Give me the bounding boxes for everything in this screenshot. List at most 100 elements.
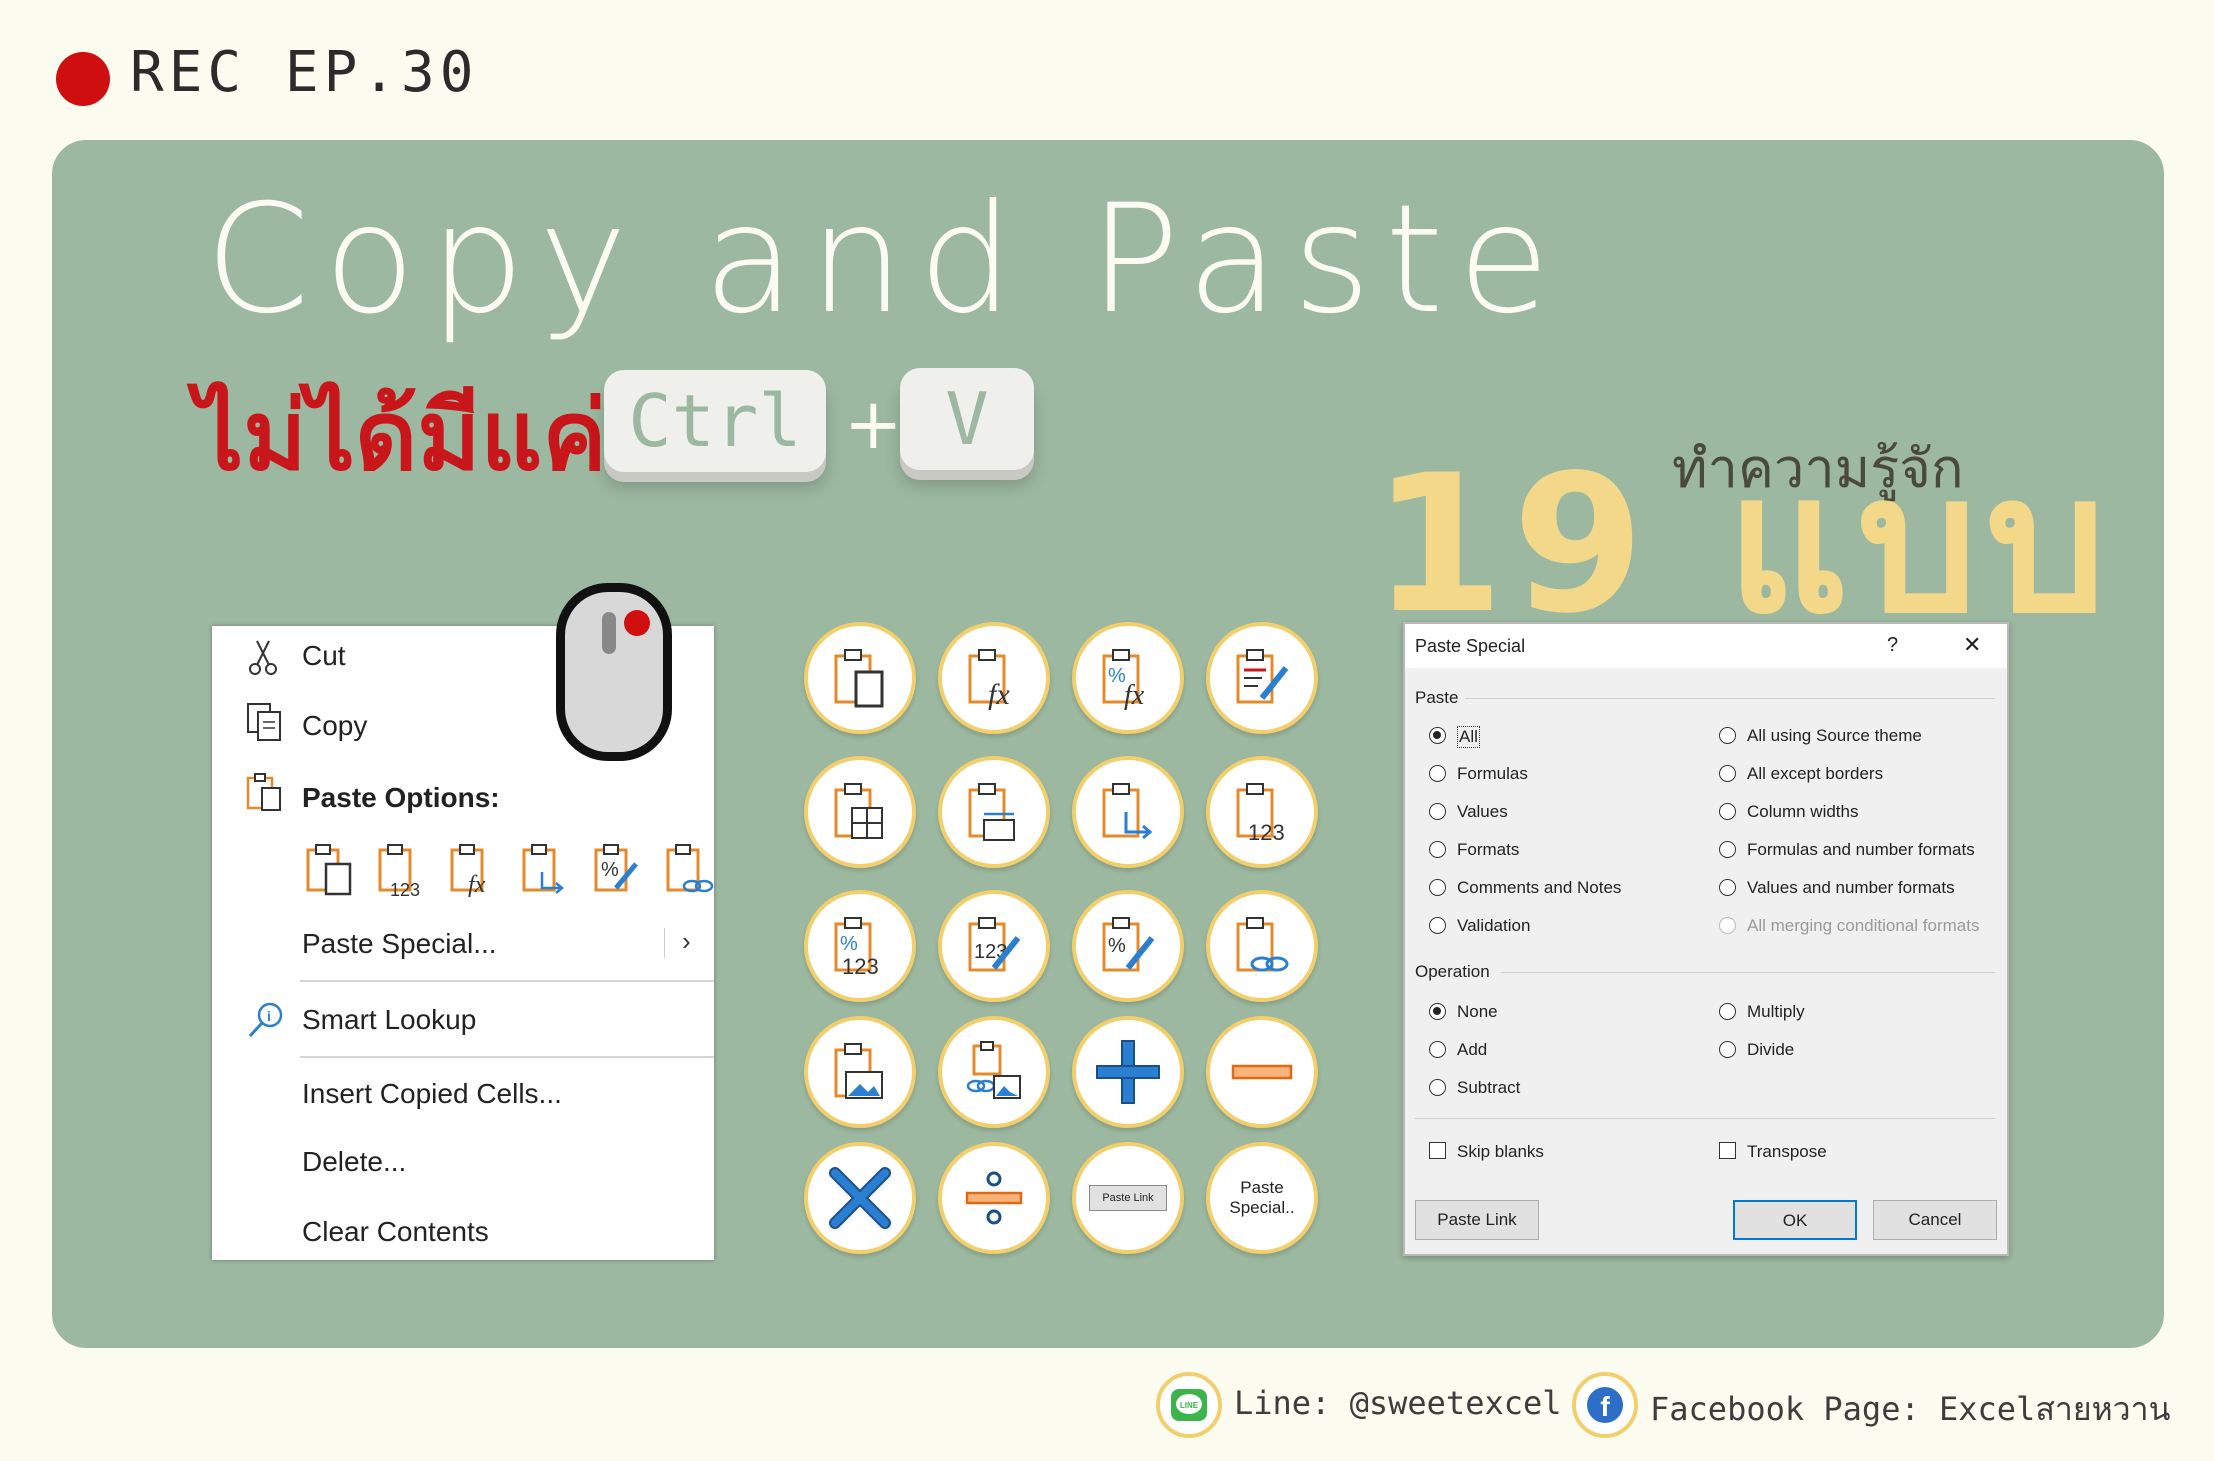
menu-item-smart-lookup[interactable]: Smart Lookup: [302, 1004, 476, 1036]
paste-special-label: Paste Special..: [1229, 1177, 1295, 1217]
radio-all-source-theme[interactable]: [1719, 727, 1736, 744]
paste-keep-source-formatting-icon[interactable]: [1206, 622, 1318, 734]
radio-divide-label: Divide: [1747, 1040, 1795, 1059]
facebook-icon: f: [1572, 1372, 1638, 1438]
episode-label: REC EP.30: [130, 40, 479, 105]
paste-link-button-icon[interactable]: Paste Link: [1072, 1142, 1184, 1254]
paste-special-icon[interactable]: Paste Special..: [1206, 1142, 1318, 1254]
divide-operation-icon[interactable]: [938, 1142, 1050, 1254]
radio-comments-label: Comments and Notes: [1457, 878, 1622, 897]
mouse-wheel: [602, 612, 616, 654]
group-line: [1501, 972, 1995, 973]
menu-item-cut[interactable]: Cut: [302, 640, 346, 672]
line-handle: Line: @sweetexcel: [1234, 1384, 1562, 1422]
radio-multiply[interactable]: [1719, 1003, 1736, 1020]
subtract-operation-icon[interactable]: [1206, 1016, 1318, 1128]
paste-icon[interactable]: [804, 622, 916, 734]
submenu-divider: [664, 928, 665, 958]
thai-subtitle: ไม่ได้มีแค่: [195, 380, 607, 492]
radio-except-borders-label: All except borders: [1747, 764, 1884, 783]
operation-group-label: Operation: [1415, 962, 1490, 981]
radio-add-label: Add: [1457, 1040, 1488, 1059]
paste-formatting-icon[interactable]: %: [1072, 890, 1184, 1002]
radio-formulas[interactable]: [1429, 765, 1446, 782]
menu-item-insert-copied-cells[interactable]: Insert Copied Cells...: [302, 1078, 562, 1110]
radio-values-number-formats[interactable]: [1719, 879, 1736, 896]
paste-values-icon[interactable]: 123: [1206, 756, 1318, 868]
paste-link-icon[interactable]: [1206, 890, 1318, 1002]
line-icon: LINE: [1156, 1372, 1222, 1438]
svg-text:fx: fx: [1124, 680, 1145, 710]
radio-values-number-formats-label: Values and number formats: [1747, 878, 1955, 897]
paste-formulas-icon[interactable]: fx: [938, 622, 1050, 734]
radio-merging-conditional-label: All merging conditional formats: [1747, 916, 1980, 935]
radio-merging-conditional: [1719, 917, 1736, 934]
count-label: 19 แบบ: [1372, 434, 2115, 655]
close-icon[interactable]: ✕: [1963, 632, 1981, 658]
skip-blanks-checkbox[interactable]: [1429, 1142, 1446, 1159]
radio-add[interactable]: [1429, 1041, 1446, 1058]
menu-item-clear-contents[interactable]: Clear Contents: [302, 1216, 489, 1248]
paste-special-dialog: Paste Special ? ✕ Paste All Formulas Val…: [1403, 622, 2009, 1256]
menu-item-paste-special[interactable]: Paste Special...: [302, 928, 497, 960]
transpose-checkbox[interactable]: [1719, 1142, 1736, 1159]
paste-linked-picture-icon[interactable]: [938, 1016, 1050, 1128]
scissors-icon: [246, 638, 280, 683]
radio-values[interactable]: [1429, 803, 1446, 820]
radio-all[interactable]: [1429, 727, 1446, 744]
page-title: Copy and Paste: [205, 173, 1564, 347]
radio-column-widths-label: Column widths: [1747, 802, 1859, 821]
cancel-button[interactable]: Cancel: [1873, 1200, 1997, 1240]
svg-text:fx: fx: [468, 872, 486, 898]
paste-picture-icon[interactable]: [804, 1016, 916, 1128]
paste-transpose-icon[interactable]: [1072, 756, 1184, 868]
radio-except-borders[interactable]: [1719, 765, 1736, 782]
paste-group-label: Paste: [1415, 688, 1459, 707]
paste-values-number-formatting-icon[interactable]: % 123: [804, 890, 916, 1002]
paste-options-icon: [246, 772, 284, 817]
copy-icon: [246, 702, 284, 747]
radio-none[interactable]: [1429, 1003, 1446, 1020]
radio-comments[interactable]: [1429, 879, 1446, 896]
radio-subtract-label: Subtract: [1457, 1078, 1521, 1097]
paste-link-icon[interactable]: [664, 842, 714, 898]
paste-values-icon[interactable]: 123: [376, 842, 426, 900]
multiply-operation-icon[interactable]: [804, 1142, 916, 1254]
radio-none-label: None: [1457, 1002, 1498, 1021]
paste-link-button[interactable]: Paste Link: [1415, 1200, 1539, 1240]
radio-validation[interactable]: [1429, 917, 1446, 934]
paste-formulas-icon[interactable]: fx: [448, 842, 498, 898]
paste-no-borders-icon[interactable]: [804, 756, 916, 868]
svg-text:123: 123: [390, 880, 420, 898]
svg-text:fx: fx: [988, 678, 1010, 710]
add-operation-icon[interactable]: [1072, 1016, 1184, 1128]
paste-formulas-number-formatting-icon[interactable]: % fx: [1072, 622, 1184, 734]
radio-column-widths[interactable]: [1719, 803, 1736, 820]
paste-link-mini-button: Paste Link: [1089, 1185, 1167, 1211]
paste-keep-column-widths-icon[interactable]: [938, 756, 1050, 868]
record-dot-icon: [56, 52, 110, 106]
group-line: [1465, 698, 1995, 699]
radio-validation-label: Validation: [1457, 916, 1531, 935]
chevron-right-icon[interactable]: ›: [682, 926, 691, 957]
ctrl-key: Ctrl: [604, 370, 826, 472]
ok-button[interactable]: OK: [1733, 1200, 1857, 1240]
radio-divide[interactable]: [1719, 1041, 1736, 1058]
radio-formats[interactable]: [1429, 841, 1446, 858]
radio-formulas-number-formats[interactable]: [1719, 841, 1736, 858]
paste-values-source-formatting-icon[interactable]: 123: [938, 890, 1050, 1002]
help-icon[interactable]: ?: [1887, 634, 1898, 657]
radio-formats-label: Formats: [1457, 840, 1520, 859]
paste-transpose-icon[interactable]: [520, 842, 570, 898]
paste-formatting-icon[interactable]: %: [592, 842, 642, 898]
radio-formulas-number-formats-label: Formulas and number formats: [1747, 840, 1975, 859]
svg-text:%: %: [1108, 935, 1126, 957]
paste-icon[interactable]: [304, 842, 354, 898]
menu-item-delete[interactable]: Delete...: [302, 1146, 406, 1178]
radio-multiply-label: Multiply: [1747, 1002, 1805, 1021]
radio-subtract[interactable]: [1429, 1079, 1446, 1096]
menu-item-copy[interactable]: Copy: [302, 710, 367, 742]
svg-text:f: f: [1600, 1391, 1610, 1422]
svg-text:%: %: [840, 933, 858, 955]
facebook-page: Facebook Page: Excelสายหวาน: [1650, 1390, 2171, 1428]
